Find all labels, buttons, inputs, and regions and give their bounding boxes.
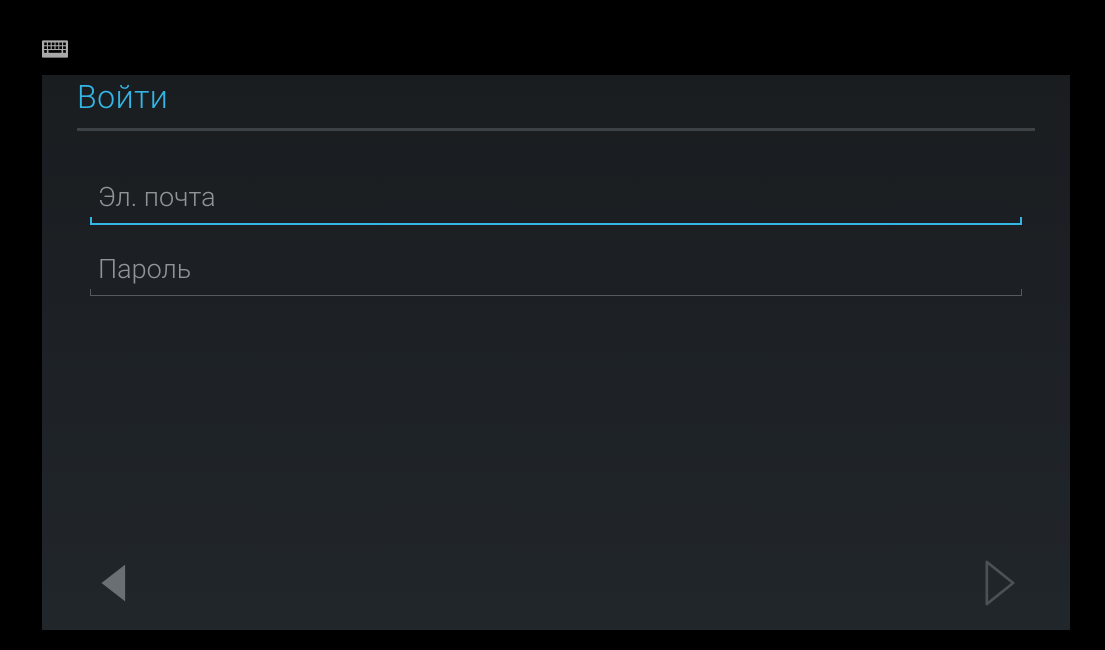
chevron-right-icon — [981, 558, 1019, 612]
nav-buttons — [87, 557, 1025, 612]
email-field-wrapper — [90, 175, 1022, 225]
email-field[interactable] — [90, 175, 1022, 225]
chevron-left-icon — [96, 562, 128, 608]
title-divider — [77, 128, 1035, 131]
password-field[interactable] — [90, 247, 1022, 296]
next-button[interactable] — [975, 557, 1025, 612]
back-button[interactable] — [87, 557, 137, 612]
login-panel: Войти — [42, 75, 1070, 630]
login-form — [42, 175, 1070, 296]
status-bar — [42, 40, 68, 62]
password-field-wrapper — [90, 247, 1022, 296]
keyboard-icon — [42, 43, 68, 62]
page-title: Войти — [42, 75, 1070, 128]
